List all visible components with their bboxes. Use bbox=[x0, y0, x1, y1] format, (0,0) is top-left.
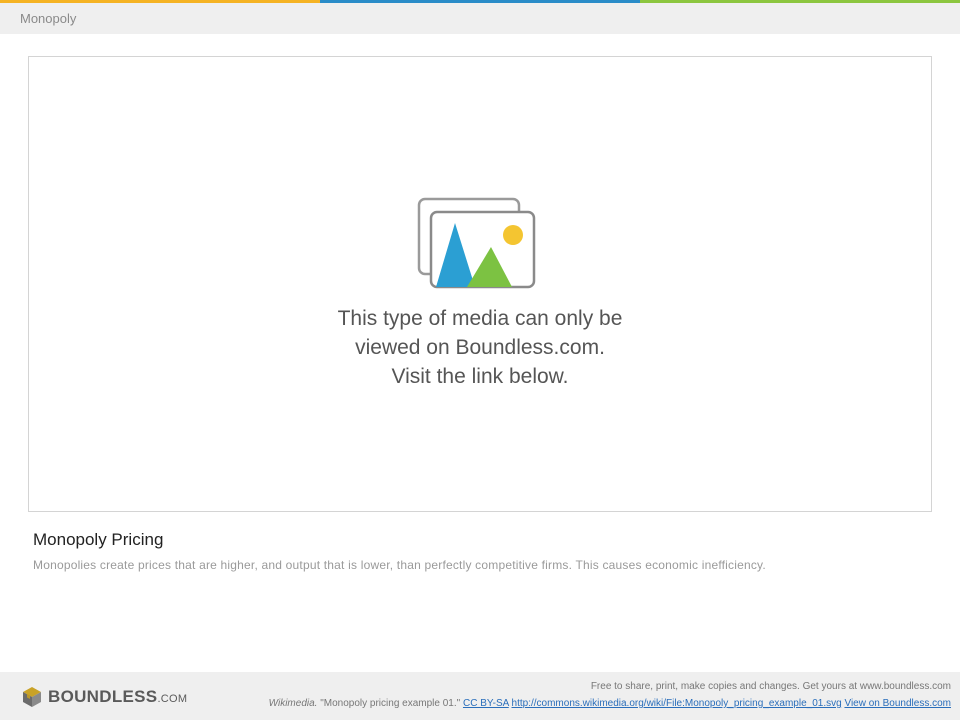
logo-suffix: .COM bbox=[157, 693, 188, 705]
logo-wordmark: BOUNDLESS.COM bbox=[48, 687, 187, 707]
footer-license-notice: Free to share, print, make copies and ch… bbox=[590, 681, 951, 692]
logo-name: BOUNDLESS bbox=[48, 687, 158, 706]
placeholder-line-1: This type of media can only be bbox=[337, 307, 623, 330]
slide-header: Monopoly bbox=[0, 3, 960, 34]
wikimedia-file-link[interactable]: http://commons.wikimedia.org/wiki/File:M… bbox=[512, 698, 842, 709]
footer-attribution: Wikimedia. "Monopoly pricing example 01.… bbox=[269, 698, 951, 709]
footer: BOUNDLESS.COM Free to share, print, make… bbox=[0, 672, 960, 720]
image-placeholder-icon bbox=[417, 197, 536, 289]
caption-text: Monopolies create prices that are higher… bbox=[33, 558, 766, 572]
view-on-boundless-link[interactable]: View on Boundless.com bbox=[844, 698, 951, 709]
placeholder-message: This type of media can only be viewed on… bbox=[29, 304, 931, 391]
credit-title: "Monopoly pricing example 01." bbox=[317, 698, 463, 709]
boundless-cube-icon bbox=[23, 687, 41, 707]
caption-title: Monopoly Pricing bbox=[33, 530, 164, 549]
credit-source: Wikimedia. bbox=[268, 698, 318, 709]
license-link[interactable]: CC BY-SA bbox=[463, 698, 509, 709]
boundless-logo[interactable]: BOUNDLESS.COM bbox=[20, 685, 187, 709]
placeholder-line-2: viewed on Boundless.com. bbox=[355, 336, 605, 359]
page-title: Monopoly bbox=[20, 11, 77, 26]
media-frame: This type of media can only be viewed on… bbox=[28, 56, 932, 512]
placeholder-line-3: Visit the link below. bbox=[391, 365, 569, 388]
